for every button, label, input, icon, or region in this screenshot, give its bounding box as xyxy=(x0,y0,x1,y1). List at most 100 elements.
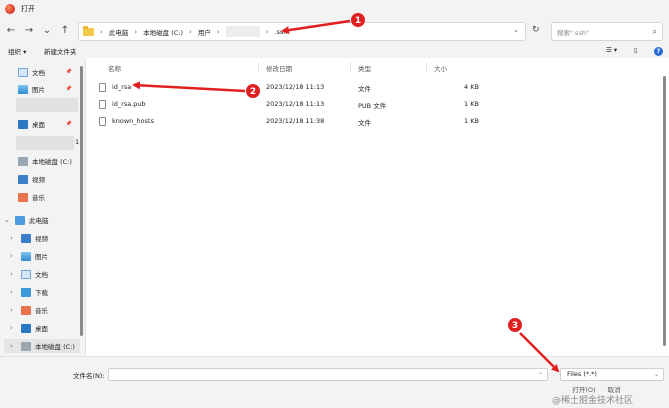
file-size: 1 KB xyxy=(464,100,479,108)
file-name: known_hosts xyxy=(112,117,154,125)
pin-icon: 📌 xyxy=(65,86,72,92)
sidebar-item-label: 图片 xyxy=(32,86,45,94)
computer-icon xyxy=(15,215,25,225)
file-row[interactable]: id_rsa.pub 2023/12/18 11:13 PUB 文件 1 KB xyxy=(99,96,479,113)
new-folder-button[interactable]: 新建文件夹 xyxy=(44,46,77,56)
filename-dropdown-icon[interactable]: ⌄ xyxy=(538,369,543,376)
breadcrumb-username-redacted[interactable] xyxy=(225,26,260,37)
sidebar-item-pc-pictures[interactable]: › 图片 xyxy=(10,249,80,263)
sidebar-item-pictures[interactable]: 图片 📌 xyxy=(18,82,82,96)
refresh-icon[interactable]: ↻ xyxy=(532,25,540,35)
file-row[interactable]: known_hosts 2023/12/18 11:38 文件 1 KB xyxy=(99,113,479,130)
search-icon: ⌕ xyxy=(652,27,657,36)
pictures-icon xyxy=(18,84,28,94)
sidebar-item-label: 本地磁盘 (C:) xyxy=(35,343,75,351)
file-type: 文件 xyxy=(358,85,371,93)
sidebar-item-pc-desktop[interactable]: › 桌面 xyxy=(10,321,80,335)
breadcrumb-separator: › xyxy=(265,27,269,36)
file-row[interactable]: id_rsa 2023/12/18 11:13 文件 4 KB xyxy=(99,79,479,96)
file-list-scrollbar[interactable] xyxy=(663,76,666,346)
breadcrumb-users[interactable]: 用户 xyxy=(198,27,211,37)
sidebar-item-label: 此电脑 xyxy=(29,217,49,225)
column-header-type[interactable]: 类型 xyxy=(358,63,371,73)
pictures-icon xyxy=(21,251,31,261)
filename-input[interactable]: ⌄ xyxy=(108,368,548,381)
help-icon[interactable]: ? xyxy=(654,47,663,56)
column-divider[interactable] xyxy=(258,62,259,72)
sidebar-item-label: 视频 xyxy=(32,176,45,184)
sidebar-item-label: 音乐 xyxy=(35,307,48,315)
breadcrumb-this-pc[interactable]: 此电脑 xyxy=(109,27,129,37)
sidebar-item-label: 桌面 xyxy=(35,325,48,333)
file-size: 1 KB xyxy=(464,117,479,125)
expand-chevron-icon[interactable]: › xyxy=(10,234,17,242)
recent-dropdown-icon[interactable]: ⌄ xyxy=(40,25,54,37)
sidebar-item-pc-downloads[interactable]: › 下载 xyxy=(10,285,80,299)
sidebar-item-music[interactable]: 音乐 xyxy=(18,190,82,204)
address-row: ← → ⌄ ↑ › 此电脑 › 本地磁盘 (C:) › 用户 › › .ssh … xyxy=(0,18,669,44)
address-dropdown-icon[interactable]: ⌄ xyxy=(513,26,519,34)
sidebar-item-label: 文档 xyxy=(35,271,48,279)
breadcrumb-drive-c[interactable]: 本地磁盘 (C:) xyxy=(143,27,183,37)
sidebar-item-desktop[interactable]: 桌面 📌 xyxy=(18,117,82,131)
breadcrumb-separator: › xyxy=(100,27,103,36)
sidebar-item-pc-music[interactable]: › 音乐 xyxy=(10,303,80,317)
expand-chevron-icon[interactable]: › xyxy=(10,324,17,332)
downloads-icon xyxy=(21,287,31,297)
forward-arrow-icon[interactable]: → xyxy=(22,25,36,37)
sidebar-item-this-pc[interactable]: ⌄ 此电脑 xyxy=(4,213,80,227)
sidebar-item-pc-documents[interactable]: › 文档 xyxy=(10,267,80,281)
back-arrow-icon[interactable]: ← xyxy=(4,25,18,37)
expand-chevron-icon[interactable]: › xyxy=(10,306,17,314)
sidebar-item-drive-c[interactable]: 本地磁盘 (C:) xyxy=(18,154,82,168)
breadcrumb-ssh[interactable]: .ssh xyxy=(274,28,287,36)
sidebar-scrollbar[interactable] xyxy=(80,66,83,336)
file-size: 4 KB xyxy=(464,83,479,91)
drive-icon xyxy=(21,341,31,351)
organize-button[interactable]: 组织 ▾ xyxy=(8,46,26,56)
address-bar[interactable]: › 此电脑 › 本地磁盘 (C:) › 用户 › › .ssh ⌄ xyxy=(78,22,526,41)
sidebar-item-label: 本地磁盘 (C:) xyxy=(32,158,72,166)
collapse-chevron-icon[interactable]: ⌄ xyxy=(4,216,11,224)
preview-pane-button[interactable]: ▯ xyxy=(634,46,638,54)
videos-icon xyxy=(21,233,31,243)
column-divider[interactable] xyxy=(426,62,427,72)
view-menu-button[interactable]: ☰ ▾ xyxy=(606,46,617,54)
column-divider[interactable] xyxy=(350,62,351,72)
file-icon xyxy=(99,100,106,109)
documents-icon xyxy=(21,269,31,279)
sidebar-item-pc-videos[interactable]: › 视频 xyxy=(10,231,80,245)
filetype-dropdown-icon[interactable]: ⌄ xyxy=(654,369,659,380)
expand-chevron-icon[interactable]: › xyxy=(10,288,17,296)
sidebar-stray-char: 1 xyxy=(75,138,80,146)
file-modified: 2023/12/18 11:13 xyxy=(266,100,325,108)
videos-icon xyxy=(18,174,28,184)
up-arrow-icon[interactable]: ↑ xyxy=(58,25,72,37)
title-bar: 打开 xyxy=(0,0,669,18)
desktop-icon xyxy=(18,119,28,129)
sidebar-item-label: 图片 xyxy=(35,253,48,261)
file-list: 名称 修改日期 类型 大小 id_rsa 2023/12/18 11:13 文件… xyxy=(87,58,669,356)
column-header-modified[interactable]: 修改日期 xyxy=(266,63,292,73)
file-icon xyxy=(99,117,106,126)
column-header-size[interactable]: 大小 xyxy=(434,63,447,73)
filetype-value: Files (*.*) xyxy=(567,370,597,378)
sidebar-item-label: 下载 xyxy=(35,289,48,297)
sidebar-item-videos[interactable]: 视频 xyxy=(18,172,82,186)
file-type: PUB 文件 xyxy=(358,102,387,110)
filetype-select[interactable]: Files (*.*) ⌄ xyxy=(560,368,664,381)
sidebar-item-documents[interactable]: 文档 📌 xyxy=(18,65,82,79)
filename-label: 文件名(N): xyxy=(73,372,105,380)
drive-icon xyxy=(18,156,28,166)
pin-icon: 📌 xyxy=(65,69,72,75)
navigation-pane: 文档 📌 图片 📌 桌面 📌 1 本地磁盘 (C:) 视频 音乐 ⌄ 此电脑 ›… xyxy=(0,58,86,356)
column-header-name[interactable]: 名称 xyxy=(108,63,121,73)
expand-chevron-icon[interactable]: › xyxy=(10,270,17,278)
pin-icon: 📌 xyxy=(65,121,72,127)
window-title: 打开 xyxy=(21,5,35,13)
file-modified: 2023/12/18 11:38 xyxy=(266,117,325,125)
expand-chevron-icon[interactable]: › xyxy=(10,342,17,350)
sidebar-item-pc-drive-c[interactable]: › 本地磁盘 (C:) xyxy=(4,339,80,353)
search-input[interactable]: 搜索".ssh" ⌕ xyxy=(551,22,663,41)
expand-chevron-icon[interactable]: › xyxy=(10,252,17,260)
